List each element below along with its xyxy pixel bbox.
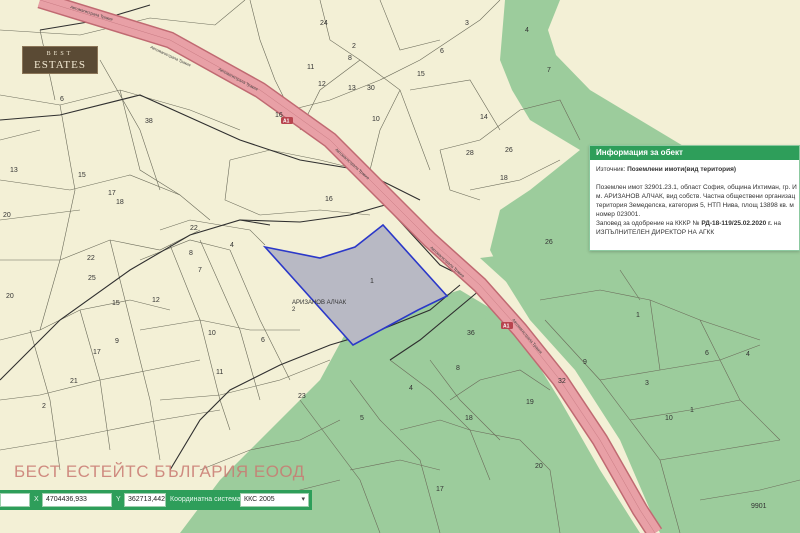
svg-text:9: 9 (115, 338, 119, 345)
svg-text:8: 8 (456, 365, 460, 372)
info-line: м. АРИЗАНОВ АЛЧАК, вид собств. Частна об… (596, 193, 796, 200)
svg-text:18: 18 (465, 415, 473, 422)
svg-text:25: 25 (88, 275, 96, 282)
svg-text:1: 1 (636, 312, 640, 319)
logo-top-text: BEST (46, 51, 74, 57)
svg-text:18: 18 (500, 175, 508, 182)
svg-text:3: 3 (465, 20, 469, 27)
locality-label: АРИЗАНОВ АЛЧАК (292, 300, 347, 306)
company-watermark: БЕСТ ЕСТЕЙТС БЪЛГАРИЯ ЕООД (14, 462, 305, 481)
info-panel-body: Източник: Поземлени имоти(вид територия)… (590, 160, 799, 242)
svg-text:A1: A1 (503, 324, 510, 330)
x-coord-field[interactable]: 4704436,933 (42, 493, 112, 507)
svg-text:36: 36 (467, 330, 475, 337)
svg-text:22: 22 (190, 225, 198, 232)
svg-text:18: 18 (116, 199, 124, 206)
svg-text:6: 6 (705, 350, 709, 357)
object-info-panel: Информация за обект Източник: Поземлени … (589, 145, 800, 251)
svg-text:30: 30 (367, 85, 375, 92)
svg-text:15: 15 (112, 300, 120, 307)
info-issuer: ИЗПЪЛНИТЕЛЕН ДИРЕКТОР НА АГКК (596, 229, 715, 236)
svg-text:4: 4 (746, 351, 750, 358)
company-logo: BEST ESTATES (22, 46, 98, 74)
svg-text:15: 15 (78, 172, 86, 179)
info-panel-title: Информация за обект (590, 146, 799, 160)
svg-text:16: 16 (325, 196, 333, 203)
svg-text:26: 26 (505, 147, 513, 154)
info-order-line: Заповед за одобрение на КККР № РД-18-119… (596, 219, 793, 228)
road-shield: A1 (501, 322, 513, 330)
svg-text:10: 10 (208, 330, 216, 337)
info-source-value: Поземлени имоти(вид територия) (627, 166, 737, 173)
coord-left-box (0, 493, 30, 507)
svg-text:1: 1 (690, 407, 694, 414)
svg-text:17: 17 (436, 486, 444, 493)
svg-text:20: 20 (535, 463, 543, 470)
svg-text:20: 20 (3, 212, 11, 219)
info-line: територия Земеделска, категория 5, НТП Н… (596, 202, 794, 209)
svg-text:11: 11 (307, 64, 314, 71)
svg-text:6: 6 (440, 48, 444, 55)
svg-text:2: 2 (352, 43, 356, 50)
svg-text:12: 12 (152, 297, 160, 304)
svg-text:4: 4 (409, 385, 413, 392)
info-line: Поземлен имот 32901.23.1, област София, … (596, 184, 797, 191)
svg-text:11: 11 (216, 369, 223, 376)
svg-text:19: 19 (526, 399, 534, 406)
selected-parcel-label: 1 (370, 278, 374, 285)
svg-text:3: 3 (645, 380, 649, 387)
svg-text:6: 6 (261, 337, 265, 344)
svg-text:9901: 9901 (751, 503, 767, 510)
info-order-value: РД-18-119/25.02.2020 г. (701, 220, 772, 227)
svg-text:16: 16 (275, 112, 283, 119)
svg-text:4: 4 (525, 27, 529, 34)
road-shield: A1 (281, 117, 293, 125)
svg-text:8: 8 (348, 55, 352, 62)
svg-text:26: 26 (545, 239, 553, 246)
cadastral-map[interactable]: Автомагистрала Тракия Автомагистрала Тра… (0, 0, 800, 533)
info-line: номер 023001. (596, 211, 641, 218)
x-coord-label: X (34, 496, 39, 503)
svg-text:38: 38 (145, 118, 153, 125)
svg-text:6: 6 (60, 96, 64, 103)
y-coord-label: Y (116, 496, 121, 503)
chevron-down-icon: ▾ (301, 496, 305, 503)
svg-text:8: 8 (189, 250, 193, 257)
svg-text:4: 4 (230, 242, 234, 249)
svg-text:A1: A1 (283, 119, 290, 125)
svg-text:10: 10 (372, 116, 380, 123)
info-order-suffix: на (773, 220, 781, 227)
svg-text:9: 9 (583, 359, 587, 366)
info-order-prefix: Заповед за одобрение на КККР № (596, 220, 700, 227)
svg-text:7: 7 (547, 67, 551, 74)
svg-text:32: 32 (558, 378, 566, 385)
svg-text:23: 23 (298, 393, 306, 400)
svg-text:7: 7 (198, 267, 202, 274)
svg-text:20: 20 (6, 293, 14, 300)
info-source-label: Източник: (596, 166, 626, 173)
svg-text:10: 10 (665, 415, 673, 422)
svg-text:2: 2 (42, 403, 46, 410)
svg-text:5: 5 (360, 415, 364, 422)
y-coord-field[interactable]: 362713,442 (124, 493, 166, 507)
logo-main-text: ESTATES (34, 59, 86, 71)
coord-system-label: Координатна система (170, 496, 241, 503)
svg-text:12: 12 (318, 81, 326, 88)
svg-text:17: 17 (108, 190, 116, 197)
info-source: Източник: Поземлени имоти(вид територия) (596, 165, 793, 174)
svg-text:21: 21 (70, 378, 78, 385)
coord-system-select[interactable]: ККС 2005 ▾ (240, 493, 309, 507)
svg-text:22: 22 (87, 255, 95, 262)
svg-text:15: 15 (417, 71, 425, 78)
svg-text:14: 14 (480, 114, 488, 121)
svg-text:17: 17 (93, 349, 101, 356)
svg-text:13: 13 (348, 85, 356, 92)
svg-text:28: 28 (466, 150, 474, 157)
svg-text:13: 13 (10, 167, 18, 174)
coord-system-value: ККС 2005 (244, 496, 275, 503)
coordinates-bar: X 4704436,933 Y 362713,442 Координатна с… (0, 490, 312, 510)
svg-text:24: 24 (320, 20, 328, 27)
